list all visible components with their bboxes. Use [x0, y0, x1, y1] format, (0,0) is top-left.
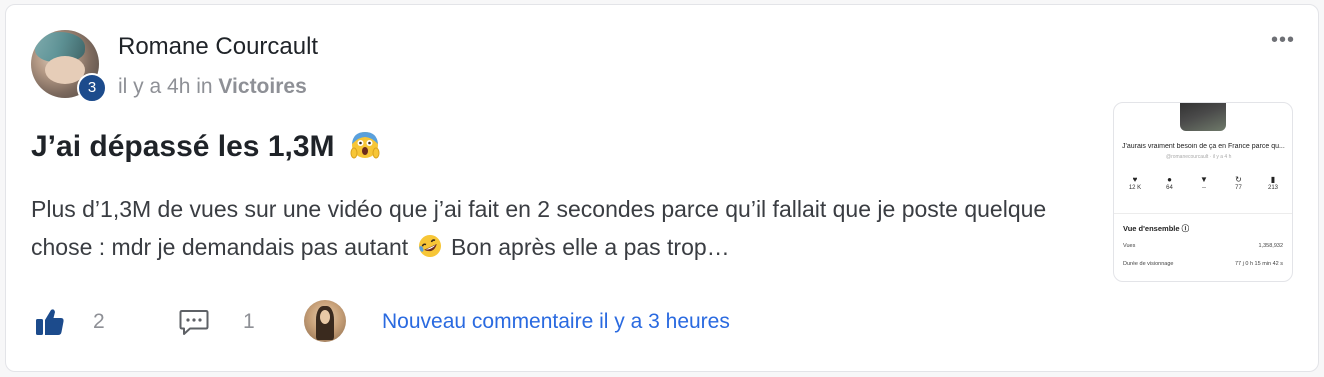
thumbnail-video-image [1180, 103, 1226, 131]
stat-saves: ▼ -- [1189, 175, 1219, 191]
level-badge: 3 [77, 73, 107, 103]
heart-icon: ♥ [1132, 175, 1138, 184]
post-body-text-2: Bon après elle a pas trop… [450, 234, 730, 260]
bookmark-icon: ▮ [1270, 175, 1276, 184]
commenter-avatar[interactable] [304, 300, 346, 342]
comment-dot-icon: ● [1167, 175, 1172, 184]
space-link[interactable]: Victoires [218, 75, 306, 98]
thumbnail-title: J'aurais vraiment besoin de ça en France… [1122, 143, 1285, 150]
row-value: 77 j 0 h 15 min 42 s [1234, 261, 1283, 267]
stat-value: -- [1202, 185, 1206, 191]
stat-value: 12 K [1128, 185, 1142, 191]
row-label: Durée de visionnage [1123, 261, 1174, 267]
more-options-icon[interactable]: ••• [1271, 30, 1295, 50]
row-label: Vues [1123, 243, 1136, 249]
attachment-thumbnail[interactable]: J'aurais vraiment besoin de ça en France… [1113, 102, 1293, 282]
share-icon: ↻ [1235, 175, 1242, 184]
thumbnail-divider [1114, 213, 1292, 214]
stat-value: 213 [1267, 185, 1278, 191]
thumbnail-stats: ♥ 12 K ● 64 ▼ -- ↻ 77 ▮ 213 [1120, 175, 1288, 191]
stat-comments: ● 64 [1155, 175, 1185, 191]
thumbnail-subtitle: @romanecourcault · il y a 4 h [1166, 154, 1232, 160]
stat-shares: ↻ 77 [1224, 175, 1254, 191]
thumbnail-overview-label: Vue d'ensemble ⓘ [1123, 224, 1190, 233]
post-title[interactable]: J’ai dépassé les 1,3M [31, 128, 381, 164]
post-body[interactable]: Plus d’1,3M de vues sur une vidéo que j’… [31, 190, 1091, 266]
commenter-face [320, 310, 330, 324]
thumbnail-row-views: Vues 1,358,932 [1123, 243, 1283, 249]
post-time: il y a 4h [118, 75, 191, 98]
stat-likes: ♥ 12 K [1120, 175, 1150, 191]
screaming-face-emoji [350, 132, 380, 159]
post-meta: il y a 4h in Victoires [118, 75, 307, 99]
comment-count: 1 [243, 310, 255, 333]
post-title-text: J’ai dépassé les 1,3M [31, 130, 335, 163]
new-comment-link[interactable]: Nouveau commentaire il y a 3 heures [382, 310, 730, 334]
filter-icon: ▼ [1200, 175, 1208, 184]
stat-bookmarks: ▮ 213 [1258, 175, 1288, 191]
author-name[interactable]: Romane Courcault [118, 33, 318, 61]
rofl-face-emoji [418, 235, 441, 257]
comment-bubble-icon[interactable] [178, 306, 210, 338]
stat-value: 64 [1166, 185, 1173, 191]
stat-value: 77 [1235, 185, 1242, 191]
thumbs-up-icon[interactable] [34, 306, 66, 338]
like-count: 2 [93, 310, 105, 333]
in-word: in [196, 75, 213, 98]
row-value: 1,358,932 [1258, 243, 1283, 249]
thumbnail-row-watchtime: Durée de visionnage 77 j 0 h 15 min 42 s [1123, 261, 1283, 267]
